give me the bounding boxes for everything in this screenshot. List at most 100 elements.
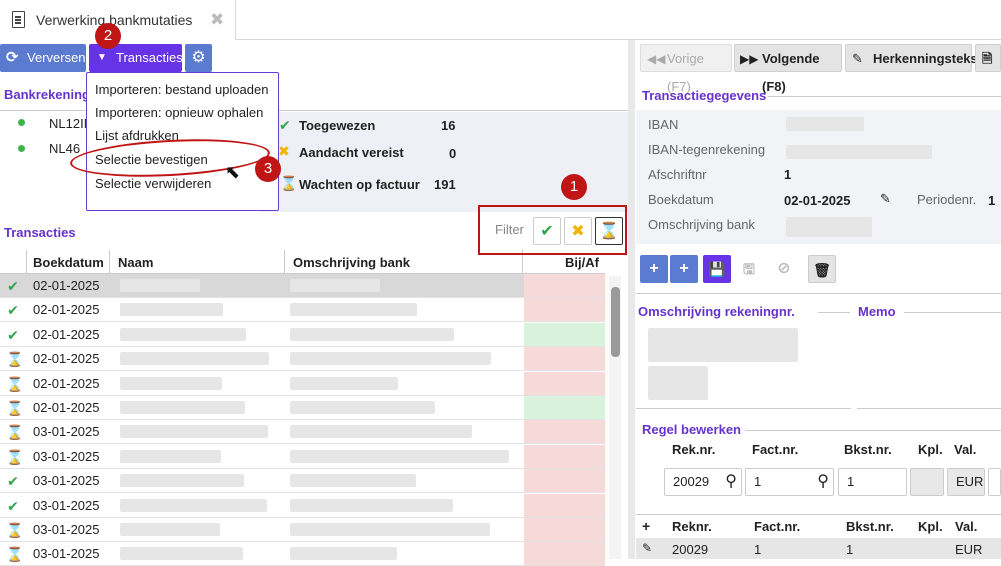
- add-button[interactable]: +: [640, 255, 668, 283]
- col-name[interactable]: Naam: [118, 255, 153, 270]
- bank-desc-value: [786, 217, 872, 237]
- pencil-icon[interactable]: ✎: [880, 191, 891, 207]
- row-amount: [524, 420, 605, 444]
- hourglass-icon: ⌛: [6, 546, 24, 563]
- attention-label: Aandacht vereist: [299, 145, 404, 160]
- row-date: 02-01-2025: [33, 375, 100, 391]
- plus-icon[interactable]: +: [642, 518, 650, 534]
- currency-select-value: EUR: [956, 474, 984, 489]
- document-button[interactable]: 🗎: [975, 44, 1001, 72]
- table-row[interactable]: ⌛ 02-01-2025: [0, 347, 605, 372]
- account-input[interactable]: 20029 ⚲: [664, 468, 742, 496]
- iban-counter-value: [786, 145, 932, 159]
- divider: [636, 293, 1001, 294]
- rewind-icon: ◀◀: [647, 52, 666, 66]
- row-amount: [524, 396, 605, 419]
- currency-select[interactable]: EUR: [947, 468, 985, 496]
- col-bank-desc[interactable]: Omschrijving bank: [293, 255, 410, 270]
- cancel-icon: ⊘: [777, 260, 791, 277]
- row-name: [120, 425, 268, 439]
- bank-desc-label: Omschrijving bank: [648, 217, 755, 232]
- row-date: 03-01-2025: [33, 546, 100, 562]
- row-bank-desc: [290, 449, 509, 463]
- cross-icon: ✖: [278, 143, 290, 159]
- document-icon: [12, 11, 25, 28]
- table-row[interactable]: ✔ 02-01-2025: [0, 274, 605, 298]
- account-desc-value: [648, 328, 798, 362]
- table-row[interactable]: ✔ 02-01-2025: [0, 298, 605, 323]
- account-iban[interactable]: NL46: [49, 141, 80, 156]
- table-row[interactable]: ⌛ 03-01-2025: [0, 420, 605, 445]
- pencil-icon[interactable]: ✎: [642, 541, 652, 555]
- trash-icon: 🗑: [813, 262, 831, 278]
- row-name: [120, 498, 267, 512]
- cursor-icon: ⬉: [225, 162, 241, 182]
- divider: [26, 250, 27, 274]
- row-name: [120, 547, 243, 561]
- search-icon[interactable]: ⚲: [817, 469, 829, 495]
- recognition-label: Herkenningstekst: [873, 51, 983, 66]
- recognition-text-button[interactable]: ✎ Herkenningstekst: [845, 44, 982, 72]
- row-amount: [524, 493, 605, 517]
- menu-item-delete-selection[interactable]: Selectie verwijderen: [95, 176, 211, 191]
- plus-icon: +: [649, 260, 659, 277]
- refresh-button[interactable]: ⟳ Verversen: [0, 44, 86, 72]
- row-name: [120, 352, 269, 366]
- save-button[interactable]: 💾: [703, 255, 731, 283]
- period-value: 1: [988, 193, 996, 208]
- doc-input[interactable]: 1: [838, 468, 907, 496]
- table-row[interactable]: ⌛ 03-01-2025: [0, 542, 605, 566]
- table-row[interactable]: ✔ 03-01-2025: [0, 493, 605, 518]
- hourglass-icon: ⌛: [6, 375, 24, 392]
- menu-item-upload[interactable]: Importeren: bestand uploaden: [95, 82, 268, 97]
- assigned-label: Toegewezen: [299, 118, 376, 133]
- add-split-button[interactable]: +: [670, 255, 698, 283]
- close-icon[interactable]: ✖: [210, 10, 224, 30]
- status-dot: [18, 145, 25, 152]
- col-doc: Bkst.nr.: [844, 442, 892, 457]
- prev-button[interactable]: ◀◀ Vorige (F7): [640, 44, 732, 94]
- table-row[interactable]: ⌛ 02-01-2025: [0, 396, 605, 420]
- delete-button[interactable]: 🗑: [808, 255, 836, 283]
- row-doc: 1: [846, 542, 854, 557]
- col-amount[interactable]: Bij/Af: [565, 255, 599, 270]
- row-date: 03-01-2025: [33, 522, 100, 537]
- row-bank-desc: [290, 523, 490, 536]
- row-date: 03-01-2025: [33, 424, 100, 440]
- table-col-doc: Bkst.nr.: [846, 519, 894, 534]
- row-account: 20029: [672, 542, 709, 557]
- save-new-button[interactable]: 🖫: [735, 255, 763, 283]
- hourglass-icon: ⌛: [280, 175, 298, 191]
- row-date: 03-01-2025: [33, 473, 100, 489]
- table-row[interactable]: ⌛ 03-01-2025: [0, 518, 605, 542]
- table-col-account: Reknr.: [672, 519, 712, 534]
- cancel-button[interactable]: ⊘: [770, 255, 798, 283]
- row-date: 02-01-2025: [33, 278, 100, 293]
- row-name: [120, 523, 220, 536]
- row-date: 02-01-2025: [33, 400, 100, 415]
- row-name: [120, 303, 223, 317]
- next-label: Volgende (F8): [762, 51, 820, 94]
- amount-input[interactable]: [988, 468, 1001, 496]
- transactions-title: Transacties: [4, 225, 76, 240]
- divider: [109, 250, 110, 274]
- scrollbar-thumb[interactable]: [611, 287, 620, 357]
- settings-button[interactable]: ⚙: [185, 44, 212, 72]
- row-name: [120, 449, 221, 463]
- menu-item-refetch[interactable]: Importeren: opnieuw ophalen: [95, 105, 263, 120]
- table-row[interactable]: ✔ 02-01-2025: [0, 322, 605, 347]
- table-row[interactable]: ✔ 03-01-2025: [0, 469, 605, 494]
- table-row[interactable]: ⌛ 02-01-2025: [0, 371, 605, 396]
- iban-counter-label: IBAN-tegenrekening: [648, 142, 766, 157]
- step-marker-2: 2: [95, 23, 121, 49]
- kpl-input[interactable]: [910, 468, 944, 496]
- divider: [818, 312, 850, 313]
- search-icon[interactable]: ⚲: [725, 469, 737, 495]
- next-button[interactable]: ▶▶ Volgende (F8): [734, 44, 842, 94]
- table-row[interactable]: ⌛ 03-01-2025: [0, 444, 605, 469]
- splitter[interactable]: [628, 40, 635, 559]
- row-amount: [524, 298, 605, 322]
- invoice-input[interactable]: 1 ⚲: [745, 468, 834, 496]
- col-bookdate[interactable]: Boekdatum: [33, 255, 104, 270]
- col-invoice: Fact.nr.: [752, 442, 799, 457]
